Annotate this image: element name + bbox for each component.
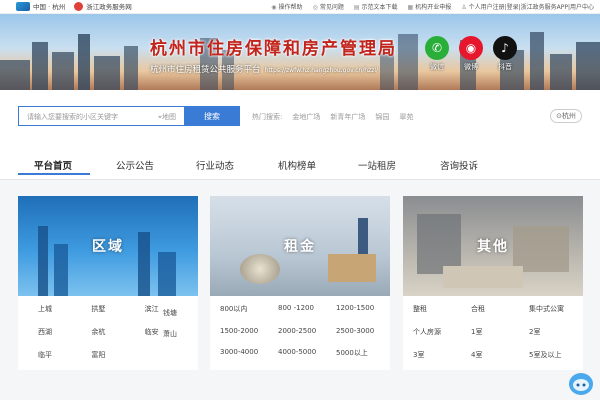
region-option[interactable]: 萧山 — [163, 329, 177, 339]
wechat-link[interactable]: ✆ 微信 — [424, 36, 450, 72]
logo-text: 中国 · 杭州 — [33, 3, 66, 11]
region-option[interactable]: 上城 — [38, 304, 91, 314]
map-search-link[interactable]: ⌖地图 — [158, 112, 176, 121]
region-option[interactable]: 钱塘 — [163, 308, 177, 318]
region-option[interactable]: 西湖 — [38, 327, 91, 337]
zhejiang-gov-logo-icon — [74, 1, 84, 11]
hot-searches: 热门搜索: 金地广场 新青年广场 锦园 翠苑 — [252, 112, 413, 122]
page-title: 杭州市住房保障和房产管理局 — [150, 39, 397, 59]
help-icon: ◉ — [271, 4, 277, 11]
region-option[interactable]: 临平 — [38, 350, 91, 360]
other-option[interactable]: 整租 — [413, 304, 471, 314]
region-card: 区域 上城 拱墅 滨江 钱塘 西湖 余杭 临安 萧山 临平 富阳 — [18, 196, 198, 370]
hot-search-item[interactable]: 金地广场 — [292, 112, 320, 122]
rent-card: 租金 800以内 800 -1200 1200-1500 1500-2000 2… — [210, 196, 390, 370]
nav-announcements[interactable]: 公示公告 — [116, 158, 154, 172]
chatbot-icon[interactable] — [566, 370, 596, 396]
top-links: ◉ 操作帮助 ◎ 常见问题 ▤ 示范文本下载 ▦ 机构开业申报 ♙ 个人用户注册|登录|浙… — [271, 2, 594, 11]
agency-apply-link[interactable]: ▦ 机构开业申报 — [408, 2, 452, 11]
main-nav: 平台首页 公示公告 行业动态 机构榜单 一站租房 咨询投诉 — [0, 142, 600, 180]
nav-industry-news[interactable]: 行业动态 — [196, 158, 234, 172]
site-url: https://zwfw.hz.hangzhou.gov.cn/hzzl/ — [264, 67, 379, 74]
other-option[interactable]: 1室 — [471, 327, 529, 337]
hot-search-item[interactable]: 新青年广场 — [330, 112, 365, 122]
hot-search-item[interactable]: 翠苑 — [399, 112, 413, 122]
rent-option[interactable]: 2000-2500 — [278, 327, 336, 335]
top-bar: 中国 · 杭州 浙江政务服务网 ◉ 操作帮助 ◎ 常见问题 ▤ 示范文本下载 ▦ 机构开… — [0, 0, 600, 14]
other-options: 整租 合租 集中式公寓 个人房源 1室 2室 3室 4室 5室及以上 — [403, 296, 583, 360]
weibo-icon: ◉ — [459, 36, 483, 60]
rent-card-title: 租金 — [284, 239, 316, 255]
other-option[interactable]: 合租 — [471, 304, 529, 314]
nav-home[interactable]: 平台首页 — [34, 158, 72, 172]
document-icon: ▤ — [353, 4, 360, 11]
rent-options: 800以内 800 -1200 1200-1500 1500-2000 2000… — [210, 296, 390, 358]
social-links: ✆ 微信 ◉ 微博 ♪ 抖音 — [424, 36, 518, 72]
nav-active-indicator — [18, 173, 90, 175]
rent-option[interactable]: 2500-3000 — [336, 327, 396, 335]
gov-text: 浙江政务服务网 — [86, 3, 132, 11]
search-section: 请输入您要搜索的小区关键字 ⌖地图 搜索 热门搜索: 金地广场 新青年广场 锦园… — [0, 90, 600, 142]
rent-option[interactable]: 800以内 — [220, 304, 278, 314]
region-option[interactable]: 拱墅 — [91, 304, 144, 314]
faq-link[interactable]: ◎ 常见问题 — [313, 2, 344, 11]
other-card-title: 其他 — [477, 239, 509, 255]
region-options: 上城 拱墅 滨江 钱塘 西湖 余杭 临安 萧山 临平 富阳 — [18, 296, 198, 360]
rent-option[interactable]: 5000以上 — [336, 348, 396, 358]
region-card-title: 区域 — [92, 239, 124, 255]
other-option[interactable]: 5室及以上 — [529, 350, 589, 360]
template-download-link[interactable]: ▤ 示范文本下载 — [354, 2, 398, 11]
rent-option[interactable]: 1500-2000 — [220, 327, 278, 335]
rent-option[interactable]: 3000-4000 — [220, 348, 278, 358]
other-card: 其他 整租 合租 集中式公寓 个人房源 1室 2室 3室 4室 5室及以上 — [403, 196, 583, 370]
other-option[interactable]: 个人房源 — [413, 327, 471, 337]
other-option[interactable]: 3室 — [413, 350, 471, 360]
douyin-link[interactable]: ♪ 抖音 — [492, 36, 518, 72]
search-placeholder: 请输入您要搜索的小区关键字 — [27, 113, 118, 121]
nav-agency-ranking[interactable]: 机构榜单 — [278, 158, 316, 172]
region-hero-image[interactable]: 区域 — [18, 196, 198, 296]
other-hero-image[interactable]: 其他 — [403, 196, 583, 296]
weibo-link[interactable]: ◉ 微博 — [458, 36, 484, 72]
site-logo[interactable]: 中国 · 杭州 浙江政务服务网 — [16, 1, 132, 11]
header-banner: 杭州市住房保障和房产管理局 杭州市住房租赁公共服务平台 https://zwfw.… — [0, 14, 600, 90]
building-icon: ▦ — [407, 4, 414, 11]
faq-icon: ◎ — [312, 4, 318, 11]
rent-option[interactable]: 800 -1200 — [278, 304, 336, 314]
hot-label: 热门搜索: — [252, 113, 283, 121]
region-option[interactable]: 余杭 — [91, 327, 144, 337]
hot-search-item[interactable]: 锦园 — [375, 112, 389, 122]
wechat-icon: ✆ — [425, 36, 449, 60]
search-button[interactable]: 搜索 — [184, 106, 240, 126]
other-option[interactable]: 集中式公寓 — [529, 304, 589, 314]
other-option[interactable]: 4室 — [471, 350, 529, 360]
rent-option[interactable]: 4000-5000 — [278, 348, 336, 358]
page-subtitle: 杭州市住房租赁公共服务平台 https://zwfw.hz.hangzhou.go… — [150, 65, 379, 75]
nav-complaints[interactable]: 咨询投诉 — [440, 158, 478, 172]
nav-one-stop-rental[interactable]: 一站租房 — [358, 158, 396, 172]
rent-hero-image[interactable]: 租金 — [210, 196, 390, 296]
rent-option[interactable]: 1200-1500 — [336, 304, 396, 314]
other-option[interactable]: 2室 — [529, 327, 589, 337]
douyin-icon: ♪ — [493, 36, 517, 60]
user-center-link[interactable]: ♙ 个人用户注册|登录|浙江政务服务APP|用户中心 — [461, 2, 594, 11]
china-hangzhou-logo-icon — [16, 1, 30, 11]
help-link[interactable]: ◉ 操作帮助 — [271, 2, 302, 11]
user-icon: ♙ — [461, 4, 467, 11]
region-option[interactable]: 富阳 — [91, 350, 144, 360]
city-selector[interactable]: ⊙ 杭州 — [550, 109, 582, 123]
search-input[interactable]: 请输入您要搜索的小区关键字 ⌖地图 — [18, 106, 184, 126]
